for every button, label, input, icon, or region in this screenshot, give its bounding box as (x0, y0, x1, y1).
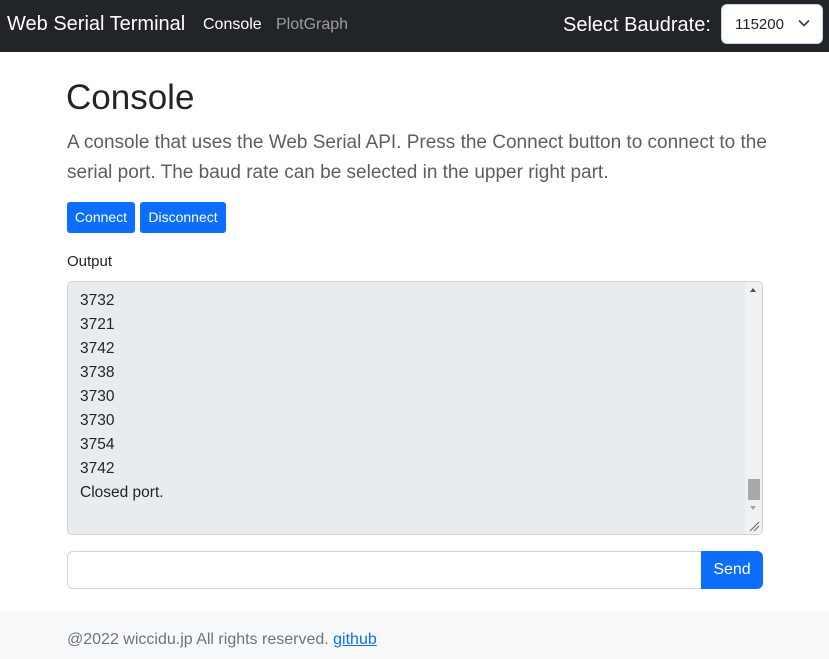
page-title: Console (66, 78, 195, 117)
scrollbar-thumb[interactable] (748, 479, 760, 500)
scroll-down-arrow-icon[interactable] (750, 506, 756, 510)
scroll-up-arrow-icon[interactable] (750, 288, 756, 292)
output-line: Closed port. (80, 484, 164, 501)
output-line: 3730 (80, 412, 115, 429)
baudrate-select[interactable]: 115200 (721, 4, 823, 44)
copyright-text: @2022 wiccidu.jp All rights reserved. (67, 631, 329, 648)
nav-item-console[interactable]: Console (203, 16, 262, 34)
output-line: 3738 (80, 364, 115, 381)
output-scrollbar[interactable] (745, 282, 762, 534)
navbar: Web Serial Terminal Console PlotGraph Se… (0, 0, 829, 52)
baudrate-label: Select Baudrate: (563, 14, 711, 36)
baudrate-value: 115200 (735, 16, 784, 33)
nav-item-plotgraph[interactable]: PlotGraph (276, 16, 348, 34)
send-message-input[interactable] (67, 551, 703, 589)
footer-text: @2022 wiccidu.jp All rights reserved. gi… (67, 631, 377, 649)
disconnect-button[interactable]: Disconnect (140, 202, 226, 233)
output-line: 3721 (80, 316, 115, 333)
output-line: 3732 (80, 292, 115, 309)
connect-button[interactable]: Connect (67, 202, 135, 233)
send-button[interactable]: Send (701, 551, 763, 589)
output-line: 3742 (80, 340, 115, 357)
output-line: 3742 (80, 460, 115, 477)
brand-title[interactable]: Web Serial Terminal (7, 13, 185, 36)
github-link[interactable]: github (333, 631, 377, 648)
footer: @2022 wiccidu.jp All rights reserved. gi… (0, 611, 829, 659)
chevron-down-icon (798, 20, 810, 27)
resize-grip-icon[interactable] (745, 517, 762, 534)
output-label: Output (67, 253, 113, 270)
output-lines: 3732 3721 3742 3738 3730 3730 3754 3742 … (80, 289, 164, 505)
output-line: 3754 (80, 436, 115, 453)
output-line: 3730 (80, 388, 115, 405)
output-textarea[interactable]: 3732 3721 3742 3738 3730 3730 3754 3742 … (67, 281, 763, 535)
page-description: A console that uses the Web Serial API. … (67, 132, 767, 183)
